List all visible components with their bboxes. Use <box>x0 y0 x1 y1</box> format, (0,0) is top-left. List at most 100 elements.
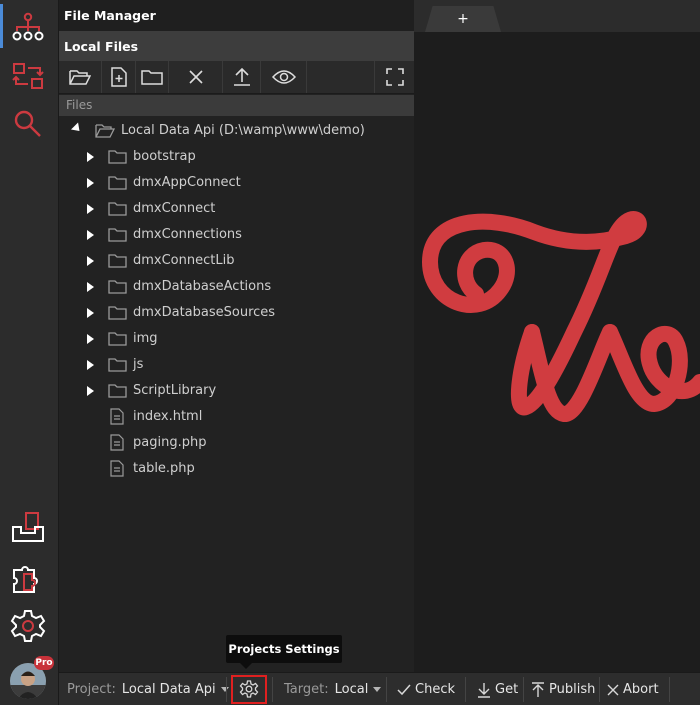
divider <box>523 677 524 702</box>
tree-file-label: paging.php <box>133 435 207 450</box>
abort-button[interactable]: Abort <box>607 673 659 705</box>
activity-bar: Pro <box>0 0 59 705</box>
gear-icon[interactable] <box>8 606 48 646</box>
search-icon[interactable] <box>8 104 48 144</box>
file-icon <box>110 460 124 481</box>
expand-arrow-icon[interactable] <box>87 334 94 344</box>
folder-icon <box>108 228 127 246</box>
tree-folder[interactable]: bootstrap <box>59 144 414 170</box>
publish-button[interactable]: Publish <box>531 673 595 705</box>
tree-root-label: Local Data Api (D:\wamp\www\demo) <box>121 123 365 138</box>
tooltip-arrow <box>240 663 252 669</box>
folder-icon <box>108 150 127 168</box>
expand-arrow-icon[interactable] <box>87 178 94 188</box>
expand-arrow-icon[interactable] <box>87 204 94 214</box>
tree-folder[interactable]: dmxDatabaseActions <box>59 274 414 300</box>
expand-arrow-icon[interactable] <box>87 256 94 266</box>
target-value: Local <box>334 682 369 697</box>
folder-icon <box>108 306 127 324</box>
active-indicator <box>0 4 3 48</box>
download-icon <box>478 682 490 698</box>
delete-icon[interactable] <box>169 61 223 93</box>
project-selector[interactable]: Project: Local Data Api <box>67 673 229 705</box>
file-tree: Local Data Api (D:\wamp\www\demo) bootst… <box>59 117 414 672</box>
folder-icon <box>108 254 127 272</box>
divider <box>465 677 466 702</box>
folder-icon <box>108 280 127 298</box>
chevron-down-icon <box>373 687 382 692</box>
tree-folder-label: dmxConnectLib <box>133 253 235 268</box>
file-toolbar <box>59 61 414 94</box>
tree-folder[interactable]: dmxAppConnect <box>59 170 414 196</box>
tree-folder[interactable]: dmxConnectLib <box>59 248 414 274</box>
gear-icon <box>239 679 259 698</box>
divider <box>272 677 273 702</box>
panel-title: File Manager <box>59 0 414 31</box>
divider <box>599 677 600 702</box>
new-folder-icon[interactable] <box>136 61 169 93</box>
expand-arrow-icon[interactable] <box>87 230 94 240</box>
sync-arrows-icon[interactable] <box>8 56 48 96</box>
target-label: Target: <box>284 682 329 697</box>
folder-icon <box>108 384 127 402</box>
tree-folder-label: ScriptLibrary <box>133 383 217 398</box>
get-button[interactable]: Get <box>477 673 518 705</box>
tree-folder[interactable]: img <box>59 326 414 352</box>
files-column-header: Files <box>59 95 414 116</box>
publish-label: Publish <box>549 682 596 697</box>
close-icon <box>607 684 619 695</box>
target-selector[interactable]: Target: Local <box>284 673 382 705</box>
collapse-arrow-icon[interactable] <box>70 122 84 135</box>
expand-arrow-icon[interactable] <box>87 308 94 318</box>
tree-file-label: index.html <box>133 409 203 424</box>
upload-icon[interactable] <box>223 61 261 93</box>
new-file-icon[interactable] <box>102 61 136 93</box>
fullscreen-icon[interactable] <box>374 61 414 93</box>
tree-file[interactable]: table.php <box>59 456 414 482</box>
tree-file[interactable]: index.html <box>59 404 414 430</box>
expand-arrow-icon[interactable] <box>87 360 94 370</box>
open-folder-icon[interactable] <box>59 61 102 93</box>
folder-icon <box>108 332 127 350</box>
check-button[interactable]: Check <box>397 673 455 705</box>
tree-folder[interactable]: dmxConnect <box>59 196 414 222</box>
preview-area <box>414 32 700 672</box>
tree-file-label: table.php <box>133 461 195 476</box>
local-files-header: Local Files <box>59 31 414 61</box>
pro-badge: Pro <box>34 656 54 670</box>
projects-settings-button[interactable] <box>231 675 267 704</box>
sitemap-icon[interactable] <box>8 8 48 48</box>
expand-arrow-icon[interactable] <box>87 386 94 396</box>
tree-folder[interactable]: dmxConnections <box>59 222 414 248</box>
divider <box>669 677 670 702</box>
tree-folder[interactable]: ScriptLibrary <box>59 378 414 404</box>
tree-folder[interactable]: js <box>59 352 414 378</box>
folder-icon <box>108 176 127 194</box>
get-label: Get <box>495 682 519 697</box>
tree-folder-label: dmxDatabaseActions <box>133 279 272 294</box>
check-icon <box>397 684 411 695</box>
tooltip: Projects Settings <box>226 635 342 663</box>
divider <box>386 677 387 702</box>
check-label: Check <box>415 682 455 697</box>
tree-root[interactable]: Local Data Api (D:\wamp\www\demo) <box>59 118 414 144</box>
tree-folder-label: dmxAppConnect <box>133 175 241 190</box>
tree-folder-label: dmxDatabaseSources <box>133 305 276 320</box>
preview-icon[interactable] <box>261 61 307 93</box>
file-icon <box>110 408 124 429</box>
file-icon <box>110 434 124 455</box>
tree-folder[interactable]: dmxDatabaseSources <box>59 300 414 326</box>
folder-icon <box>108 202 127 220</box>
tree-folder-label: dmxConnect <box>133 201 216 216</box>
status-bar: Project: Local Data Api Target: Local Ch… <box>59 672 700 705</box>
inbox-icon[interactable] <box>8 508 48 548</box>
extensions-icon[interactable] <box>8 558 48 598</box>
new-tab-button[interactable]: + <box>425 6 501 32</box>
tree-file[interactable]: paging.php <box>59 430 414 456</box>
expand-arrow-icon[interactable] <box>87 282 94 292</box>
tree-folder-label: img <box>133 331 158 346</box>
expand-arrow-icon[interactable] <box>87 152 94 162</box>
project-value: Local Data Api <box>121 682 216 697</box>
open-folder-icon <box>95 124 116 142</box>
abort-label: Abort <box>623 682 659 697</box>
